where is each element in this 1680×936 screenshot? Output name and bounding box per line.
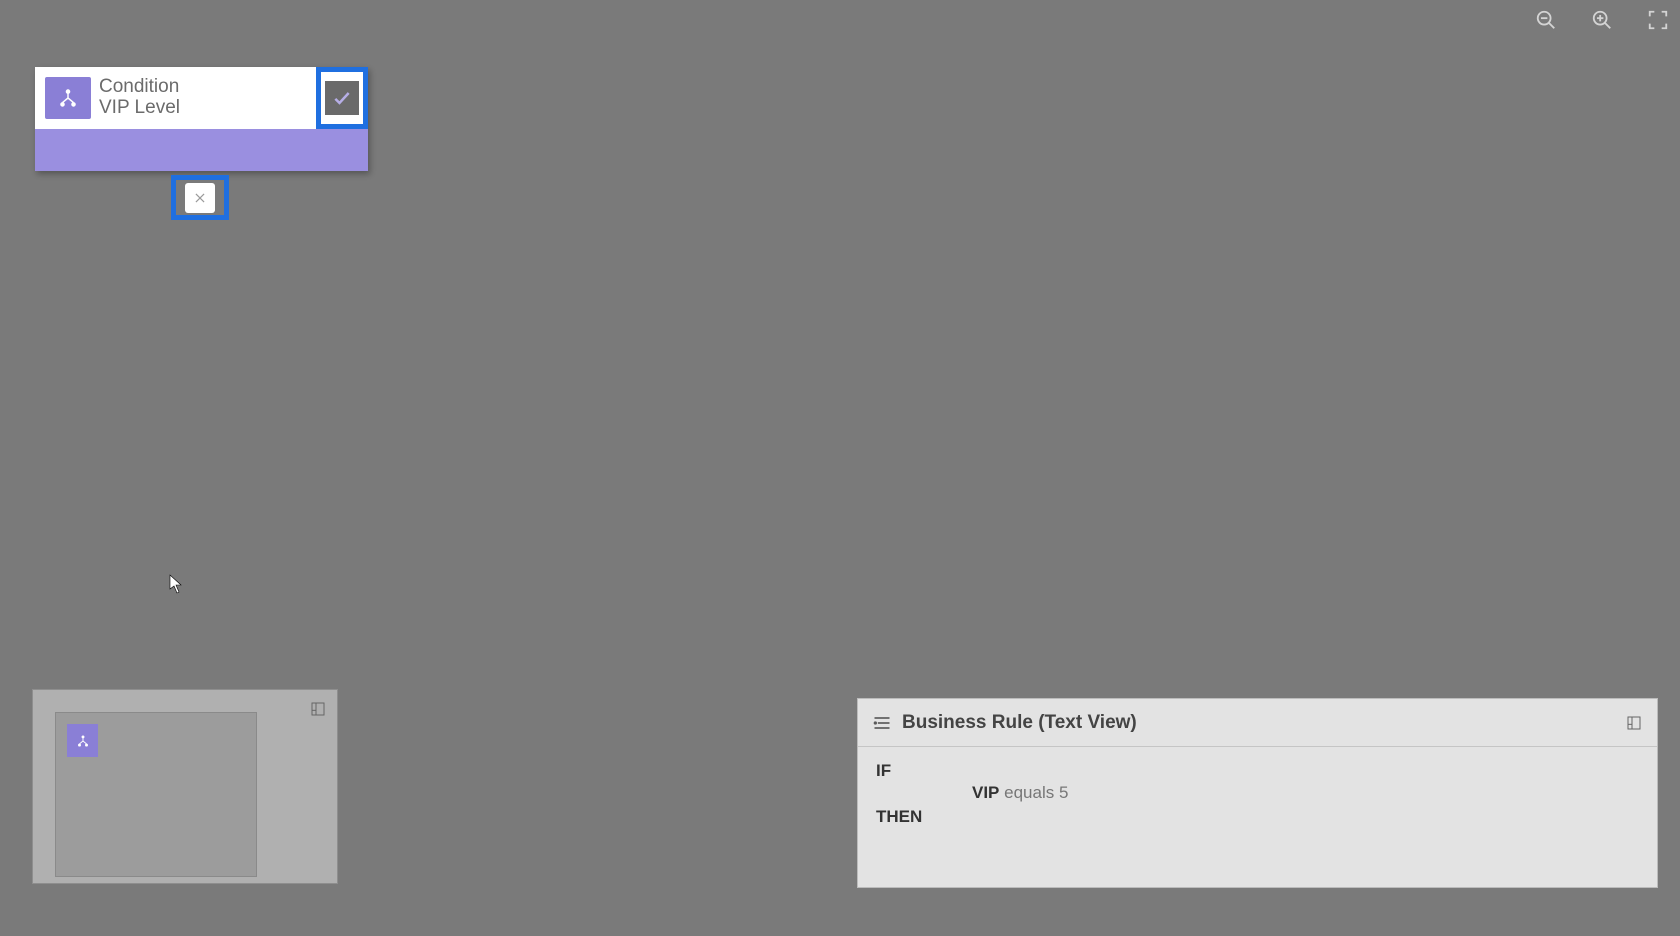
zoom-out-button[interactable] — [1532, 6, 1560, 34]
condition-value: 5 — [1059, 783, 1068, 802]
condition-true-branch-button[interactable] — [316, 67, 368, 129]
canvas-toolbar — [1532, 6, 1672, 34]
if-label: IF — [876, 761, 891, 780]
text-view-condition-line: VIP equals 5 — [876, 783, 1639, 803]
zoom-in-icon — [1591, 9, 1613, 31]
collapse-icon — [1626, 715, 1642, 731]
mouse-cursor — [169, 574, 183, 594]
condition-node-texts: Condition VIP Level — [99, 67, 316, 129]
close-icon — [193, 191, 207, 205]
zoom-in-button[interactable] — [1588, 6, 1616, 34]
business-rule-text-view-panel: Business Rule (Text View) IF VIP equals … — [857, 698, 1658, 888]
condition-icon — [45, 77, 91, 119]
condition-node-name-label: VIP Level — [99, 98, 316, 119]
close-icon-box — [185, 183, 215, 213]
check-icon — [332, 88, 352, 108]
text-view-collapse-button[interactable] — [1625, 714, 1643, 732]
zoom-out-icon — [1535, 9, 1557, 31]
condition-node-type-label: Condition — [99, 77, 316, 98]
collapse-icon — [310, 701, 326, 717]
condition-node-header: Condition VIP Level — [35, 67, 368, 129]
condition-operator: equals — [1004, 783, 1054, 802]
minimap-panel[interactable] — [32, 689, 338, 884]
check-icon-box — [325, 81, 359, 115]
condition-node[interactable]: Condition VIP Level — [35, 67, 368, 171]
text-view-title: Business Rule (Text View) — [902, 712, 1625, 734]
then-label: THEN — [876, 807, 922, 826]
minimap-condition-node — [67, 724, 98, 757]
condition-node-body[interactable] — [35, 129, 368, 171]
text-view-icon — [872, 713, 892, 733]
condition-false-branch-button[interactable] — [171, 175, 229, 220]
condition-field: VIP — [972, 783, 999, 802]
text-view-header: Business Rule (Text View) — [858, 699, 1657, 747]
fit-to-screen-button[interactable] — [1644, 6, 1672, 34]
fullscreen-icon — [1647, 9, 1669, 31]
text-view-body: IF VIP equals 5 THEN — [858, 747, 1657, 845]
minimap-collapse-button[interactable] — [309, 700, 327, 718]
